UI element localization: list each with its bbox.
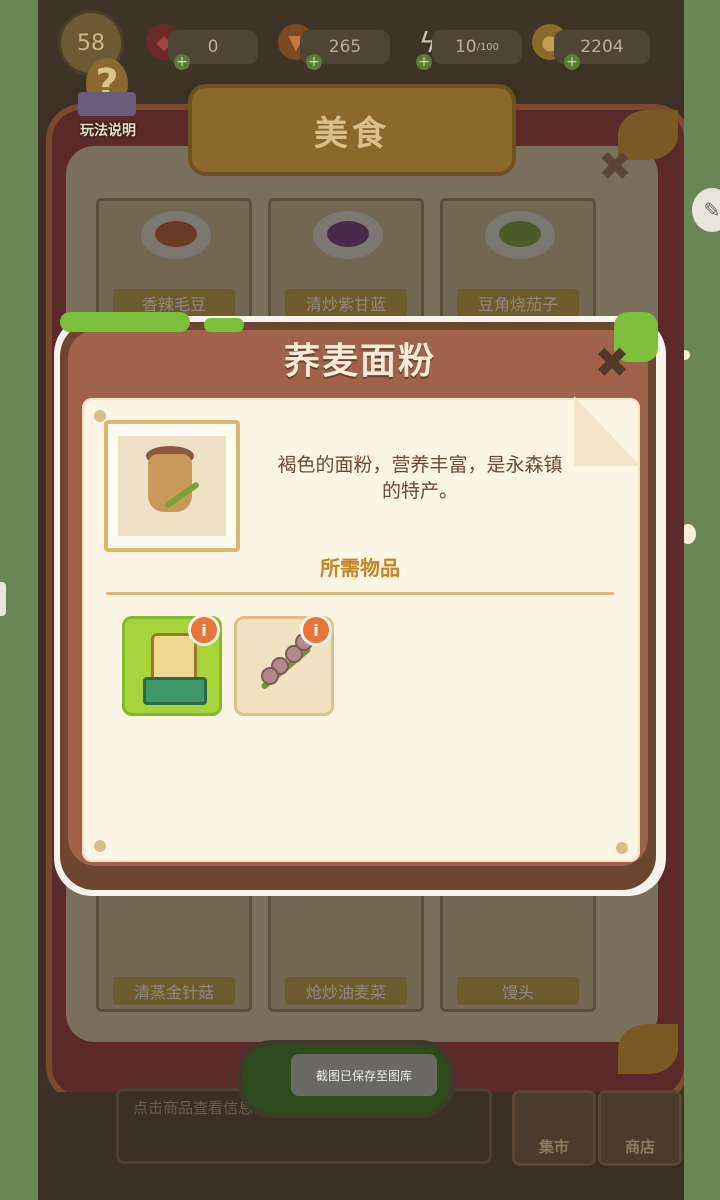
book-icon [78,92,136,116]
food-close-icon[interactable]: ✖ [594,144,636,190]
dish-name: 清蒸金针菇 [113,977,235,1005]
toast-message: 截图已保存至图库 [291,1054,437,1096]
grass-decoration [60,312,190,332]
paper-pin [94,840,106,852]
left-edge-handle[interactable] [0,582,6,616]
dish-card[interactable]: 香辣毛豆 [96,198,252,324]
right-margin [684,0,720,1200]
energy-max: /100 [476,41,500,53]
buckwheat-bud [261,667,279,685]
shop-label: 商店 [624,1138,655,1156]
dish-plate-icon [141,211,211,259]
market-button[interactable]: 集市 [512,1090,596,1166]
add-coins-button[interactable]: + [564,54,580,70]
dish-name: 炝炒油麦菜 [285,977,407,1005]
divider [106,592,614,595]
food-window-title: 美食 [314,113,390,154]
item-portrait [118,436,226,536]
item-description: 褐色的面粉，营养丰富，是永森镇 的特产。 [250,452,590,504]
dish-card[interactable]: 清蒸金针菇 [96,886,252,1012]
grass-decoration [204,318,244,332]
leaf-decoration [618,1024,678,1074]
dish-card[interactable]: 炝炒油麦菜 [268,886,424,1012]
required-items-title: 所需物品 [320,556,400,580]
paper-pin [616,842,628,854]
popup-title: 荞麦面粉 [283,341,436,382]
help-label: 玩法说明 [80,123,136,139]
dish-card[interactable]: 馒头 [440,886,596,1012]
dish-plate-icon [485,211,555,259]
add-carrots-button[interactable]: + [306,54,322,70]
hint-text: 点击商品查看信息 [133,1099,254,1117]
description-line: 的特产。 [381,480,458,502]
market-label: 集市 [538,1138,569,1156]
food-title-banner: 美食 [188,84,516,176]
info-icon[interactable]: i [300,614,332,646]
shop-button[interactable]: 商店 [598,1090,682,1166]
close-icon[interactable]: ✖ [590,338,634,387]
dish-card[interactable]: 豆角烧茄子 [440,198,596,324]
help-button[interactable]: ? 玩法说明 [68,58,148,144]
description-line: 褐色的面粉，营养丰富，是永森镇 [277,454,563,476]
dish-card[interactable]: 清炒紫甘蓝 [268,198,424,324]
dish-name: 馒头 [457,977,579,1005]
mill-base [143,677,207,705]
add-gems-button[interactable]: + [174,54,190,70]
item-detail-popup: 荞麦面粉 ✖ 褐色的面粉，营养丰富，是永森镇 的特产。 所需物品 i i [54,312,666,896]
item-portrait-frame [104,420,240,552]
energy-value: 10 [454,37,477,57]
energy-count: 10/100 [432,30,522,64]
add-energy-button[interactable]: + [416,54,432,70]
dish-plate-icon [313,211,383,259]
info-icon[interactable]: i [188,614,220,646]
